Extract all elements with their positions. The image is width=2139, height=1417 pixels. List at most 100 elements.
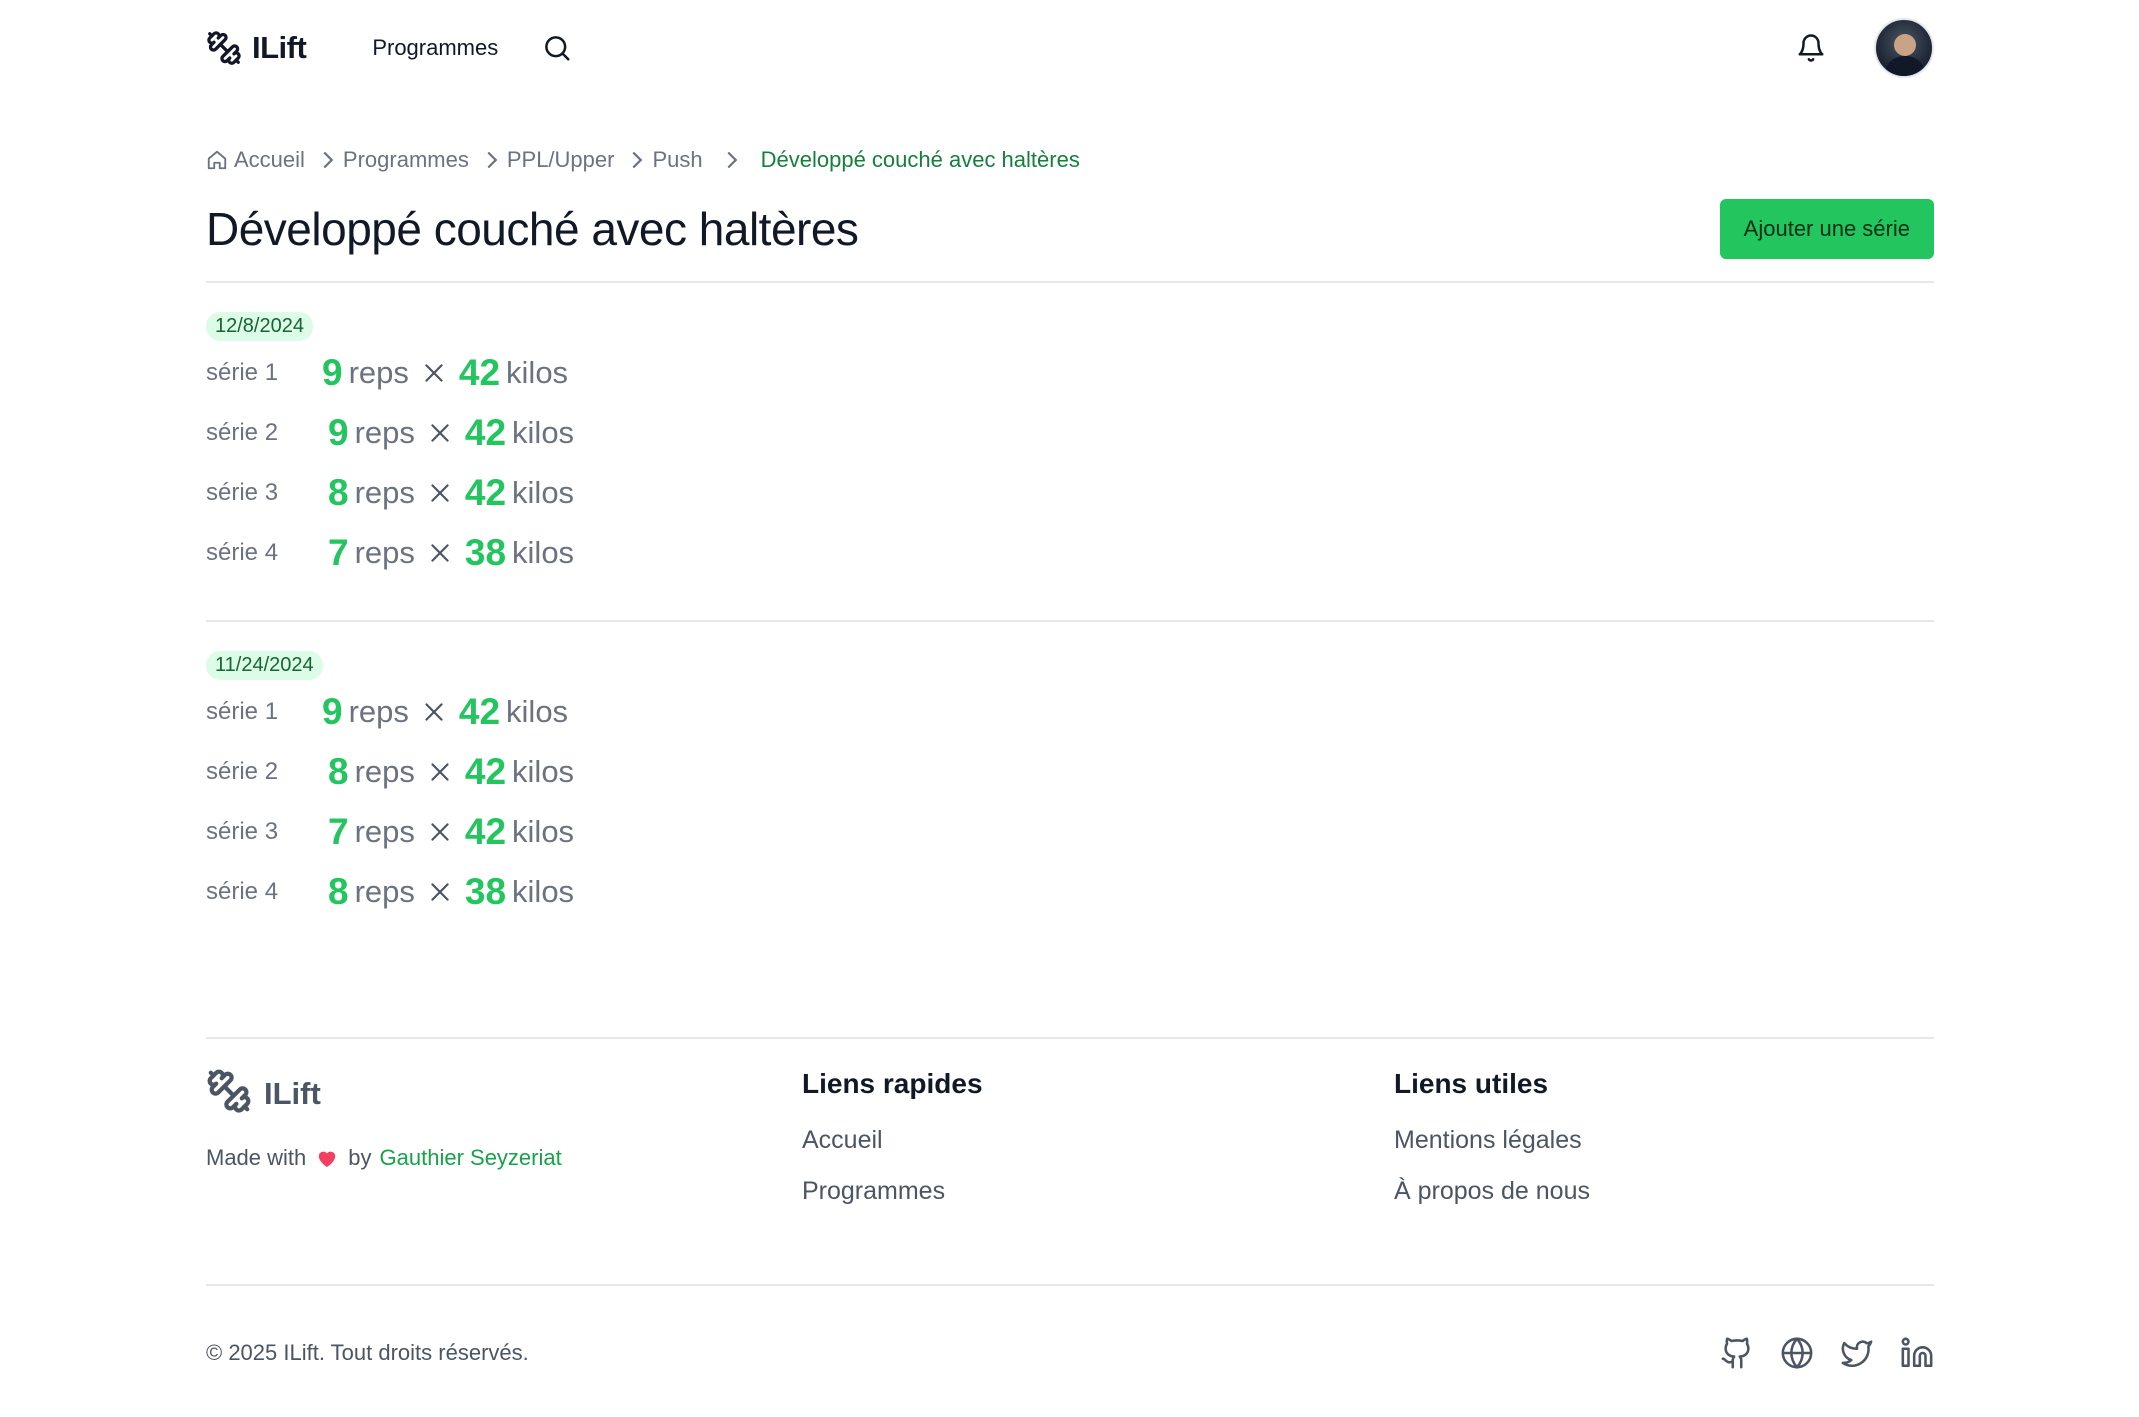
nav-link-programmes[interactable]: Programmes	[372, 35, 498, 61]
heart-icon	[316, 1148, 338, 1168]
set-row: série 3 7 reps 42 kilos	[206, 802, 1106, 862]
user-avatar[interactable]	[1874, 18, 1934, 78]
set-label: série 3	[206, 479, 279, 506]
footer-link-programmes[interactable]: Programmes	[802, 1177, 983, 1206]
page-title: Développé couché avec haltères	[206, 203, 859, 255]
weight-unit: kilos	[512, 874, 575, 909]
weight-unit: kilos	[506, 694, 569, 729]
app-logo[interactable]: ILift	[206, 30, 307, 66]
globe-icon[interactable]	[1780, 1336, 1814, 1370]
reps-unit: reps	[354, 535, 415, 570]
reps-unit: reps	[348, 694, 409, 729]
reps-unit: reps	[348, 355, 409, 390]
reps-unit: reps	[354, 475, 415, 510]
reps-value: 8	[328, 751, 349, 792]
multiply-icon	[427, 759, 453, 785]
reps-value: 9	[322, 352, 343, 393]
footer-divider	[206, 1037, 1934, 1039]
reps-unit: reps	[354, 874, 415, 909]
weight-value: 42	[464, 412, 507, 453]
useful-links-title: Liens utiles	[1394, 1068, 1549, 1099]
multiply-icon	[427, 540, 453, 566]
divider	[206, 620, 1934, 622]
reps-value: 7	[328, 811, 349, 852]
avatar-face	[1894, 34, 1916, 56]
footer-brand: ILift Made with by Gauthier Seyzeriat	[206, 1068, 562, 1171]
set-label: série 1	[206, 698, 279, 725]
useful-links-column: Liens utiles Mentions légales À propos d…	[1394, 1068, 1590, 1206]
session-date-badge: 11/24/2024	[206, 651, 323, 680]
footer-logo[interactable]: ILift	[206, 1068, 562, 1119]
set-label: série 1	[206, 359, 279, 386]
set-label: série 4	[206, 878, 279, 905]
breadcrumb-item-push[interactable]: Push	[652, 147, 702, 173]
breadcrumb: Accueil Programmes PPL/Upper Push Dévelo…	[206, 144, 1934, 176]
footer-link-a-propos[interactable]: À propos de nous	[1394, 1177, 1590, 1206]
session-date-badge: 12/8/2024	[206, 312, 313, 341]
chevron-right-icon	[630, 150, 644, 170]
set-row: série 2 9 reps 42 kilos	[206, 403, 1106, 463]
set-label: série 2	[206, 419, 279, 446]
multiply-icon	[427, 480, 453, 506]
divider	[206, 281, 1934, 283]
footer: ILift Made with by Gauthier Seyzeriat Li…	[206, 1068, 1934, 1268]
add-set-button[interactable]: Ajouter une série	[1719, 199, 1934, 259]
breadcrumb-item-accueil[interactable]: Accueil	[206, 147, 305, 173]
reps-value: 8	[328, 871, 349, 912]
breadcrumb-item-ppl-upper[interactable]: PPL/Upper	[507, 147, 615, 173]
chevron-right-icon	[725, 150, 739, 170]
social-links	[1720, 1336, 1934, 1370]
footer-bottom-divider	[206, 1284, 1934, 1286]
made-with-by: by	[348, 1145, 372, 1170]
footer-link-accueil[interactable]: Accueil	[802, 1126, 983, 1155]
reps-value: 9	[322, 691, 343, 732]
bell-icon	[1798, 34, 1824, 62]
linkedin-icon[interactable]	[1900, 1336, 1934, 1370]
copyright-text: © 2025 ILift. Tout droits réservés.	[206, 1340, 529, 1365]
search-button[interactable]	[542, 33, 572, 63]
notifications-button[interactable]	[1796, 33, 1826, 63]
made-with-text: Made with by Gauthier Seyzeriat	[206, 1145, 562, 1171]
weight-unit: kilos	[512, 754, 575, 789]
set-row: série 3 8 reps 42 kilos	[206, 463, 1106, 523]
weight-unit: kilos	[512, 814, 575, 849]
weight-value: 42	[458, 691, 501, 732]
home-icon	[206, 149, 228, 171]
multiply-icon	[421, 360, 447, 386]
quick-links-title: Liens rapides	[802, 1068, 983, 1099]
weight-unit: kilos	[512, 415, 575, 450]
avatar-body	[1884, 56, 1926, 76]
multiply-icon	[427, 879, 453, 905]
multiply-icon	[427, 819, 453, 845]
reps-value: 9	[328, 412, 349, 453]
weight-value: 38	[464, 532, 507, 573]
author-link[interactable]: Gauthier Seyzeriat	[380, 1145, 562, 1171]
reps-unit: reps	[354, 814, 415, 849]
search-icon	[545, 36, 570, 61]
weight-value: 42	[464, 472, 507, 513]
reps-unit: reps	[354, 754, 415, 789]
breadcrumb-item-programmes[interactable]: Programmes	[343, 147, 469, 173]
weight-value: 42	[458, 352, 501, 393]
weight-value: 38	[464, 871, 507, 912]
weight-unit: kilos	[512, 535, 575, 570]
set-row: série 1 9 reps 42 kilos	[206, 343, 1106, 403]
footer-link-mentions-legales[interactable]: Mentions légales	[1394, 1126, 1590, 1155]
chevron-right-icon	[485, 150, 499, 170]
breadcrumb-label: Accueil	[234, 147, 305, 172]
set-label: série 3	[206, 818, 279, 845]
set-row: série 4 7 reps 38 kilos	[206, 523, 1106, 583]
session-card: 12/8/2024 série 1 9 reps 42 kilos série …	[206, 312, 1106, 583]
page-header: Développé couché avec haltères Ajouter u…	[206, 197, 1934, 261]
quick-links-column: Liens rapides Accueil Programmes	[802, 1068, 983, 1206]
reps-value: 8	[328, 472, 349, 513]
dumbbell-logo-icon	[206, 1068, 252, 1119]
github-icon[interactable]	[1720, 1336, 1754, 1370]
session-card: 11/24/2024 série 1 9 reps 42 kilos série…	[206, 651, 1106, 922]
multiply-icon	[427, 420, 453, 446]
twitter-icon[interactable]	[1840, 1336, 1874, 1370]
set-row: série 4 8 reps 38 kilos	[206, 862, 1106, 922]
footer-bottom: © 2025 ILift. Tout droits réservés.	[206, 1328, 1934, 1378]
set-row: série 2 8 reps 42 kilos	[206, 742, 1106, 802]
set-row: série 1 9 reps 42 kilos	[206, 682, 1106, 742]
